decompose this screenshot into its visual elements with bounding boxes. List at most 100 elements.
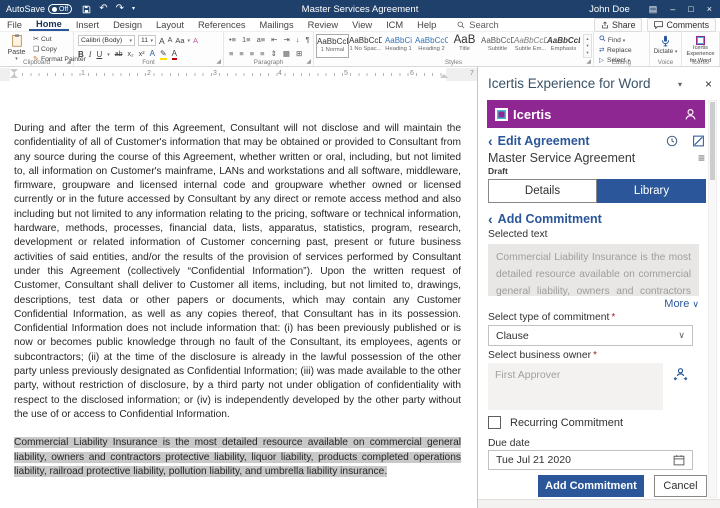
people-picker-icon[interactable] — [673, 367, 688, 382]
tab-help[interactable]: Help — [410, 18, 443, 31]
style-subtitle[interactable]: AaBbCcDSubtitle — [481, 34, 514, 58]
hanging-indent-marker[interactable] — [10, 74, 18, 78]
comments-button[interactable]: Comments — [647, 18, 716, 32]
first-line-indent-marker[interactable] — [10, 69, 18, 73]
numbering-icon[interactable]: 1≡ — [242, 35, 251, 44]
right-indent-marker[interactable] — [440, 74, 448, 78]
tab-design[interactable]: Design — [106, 18, 149, 31]
document-page[interactable]: During and after the term of this Agreem… — [0, 81, 477, 508]
font-size-dropdown[interactable]: 11▾ — [138, 35, 156, 46]
user-profile-icon[interactable] — [684, 108, 697, 121]
ribbon-display-options-icon[interactable]: ▤ — [649, 5, 658, 14]
subscript-button[interactable]: x₂ — [128, 51, 134, 58]
justify-icon[interactable]: ≡ — [260, 49, 264, 58]
increase-indent-icon[interactable]: ⇥ — [283, 35, 289, 44]
paragraph-dialog-launcher-icon[interactable]: ◢ — [306, 58, 311, 65]
add-commitment-button[interactable]: Add Commitment — [538, 475, 644, 497]
styles-gallery-scrollbar[interactable]: ▴ ▾ ▾ — [583, 34, 592, 58]
bold-button[interactable]: B — [78, 50, 84, 59]
pane-scrollbar-thumb[interactable] — [710, 102, 715, 180]
redo-icon[interactable]: ↷ — [116, 4, 124, 14]
commitment-type-dropdown[interactable]: Clause ∨ — [488, 325, 693, 346]
shrink-font-button[interactable]: A — [168, 37, 173, 44]
font-name-dropdown[interactable]: Calibri (Body)▾ — [78, 35, 135, 46]
styles-dialog-launcher-icon[interactable]: ◢ — [586, 58, 591, 65]
business-owner-input[interactable]: First Approver — [488, 363, 663, 410]
change-case-button[interactable]: Aa — [175, 36, 184, 45]
close-window-icon[interactable]: × — [707, 5, 712, 14]
pane-scrollbar[interactable] — [708, 100, 717, 498]
align-right-icon[interactable]: ≡ — [250, 49, 254, 58]
more-link[interactable]: More ∨ — [664, 298, 699, 310]
font-dialog-launcher-icon[interactable]: ◢ — [216, 58, 221, 65]
document-body[interactable]: During and after the term of this Agreem… — [14, 122, 461, 479]
style-title[interactable]: AaBTitle — [448, 34, 481, 58]
tab-mailings[interactable]: Mailings — [253, 18, 301, 31]
minimize-icon[interactable]: – — [670, 5, 675, 14]
history-clock-icon[interactable] — [666, 135, 678, 147]
multilevel-list-icon[interactable]: a≡ — [257, 35, 266, 44]
strikethrough-button[interactable]: ab — [115, 51, 123, 58]
autosave-toggle[interactable]: AutoSave Off — [6, 4, 72, 14]
bullets-icon[interactable]: •≡ — [229, 35, 236, 44]
show-formatting-icon[interactable]: ¶ — [305, 35, 309, 44]
agreement-menu-icon[interactable]: ≡ — [698, 151, 705, 165]
dictate-microphone-icon[interactable] — [661, 35, 670, 47]
decrease-indent-icon[interactable]: ⇤ — [271, 35, 277, 44]
tab-library[interactable]: Library — [597, 179, 706, 203]
back-icon[interactable]: ‹ — [488, 134, 493, 148]
align-center-icon[interactable]: ≡ — [239, 49, 243, 58]
style-heading2[interactable]: AaBbCcCHeading 2 — [415, 34, 448, 58]
save-icon[interactable] — [82, 5, 91, 14]
autosave-switch[interactable]: Off — [48, 4, 72, 14]
styles-scroll-up-icon[interactable]: ▴ — [586, 36, 588, 42]
due-date-input[interactable]: Tue Jul 21 2020 — [488, 450, 693, 470]
search-box[interactable]: Search — [457, 20, 498, 30]
style-no-spacing[interactable]: AaBbCcDd1 No Spac... — [349, 34, 382, 58]
paste-button[interactable]: Paste ▾ — [3, 34, 30, 62]
tab-review[interactable]: Review — [301, 18, 345, 31]
dictate-button[interactable]: Dictate ▾ — [650, 48, 681, 55]
grow-font-button[interactable]: A — [159, 36, 165, 46]
style-subtle-emphasis[interactable]: AaBbCcDdSubtle Em... — [514, 34, 547, 58]
sort-icon[interactable]: ↓ — [296, 35, 300, 44]
recurring-checkbox[interactable] — [488, 416, 501, 429]
superscript-button[interactable]: x² — [139, 51, 145, 58]
back-icon[interactable]: ‹ — [488, 212, 493, 226]
borders-icon[interactable]: ⊞ — [296, 49, 302, 58]
tab-icm[interactable]: ICM — [379, 18, 410, 31]
tab-view[interactable]: View — [345, 18, 379, 31]
style-normal[interactable]: AaBbCcDd1 Normal — [316, 34, 349, 58]
find-button[interactable]: Find ▾ — [599, 35, 632, 44]
align-left-icon[interactable]: ≡ — [229, 49, 233, 58]
line-spacing-icon[interactable]: ⇕ — [271, 49, 277, 58]
qat-customize-icon[interactable]: ▾ — [132, 6, 135, 12]
tab-home[interactable]: Home — [29, 18, 69, 31]
maximize-icon[interactable]: □ — [688, 5, 693, 14]
styles-scroll-down-icon[interactable]: ▾ — [586, 43, 588, 49]
style-emphasis[interactable]: AaBbCcDdEmphasis — [547, 34, 580, 58]
cancel-button[interactable]: Cancel — [654, 475, 707, 497]
styles-gallery-more-icon[interactable]: ▾ — [586, 50, 588, 56]
undo-icon[interactable]: ↶ — [99, 4, 107, 14]
style-heading1[interactable]: AaBbCiHeading 1 — [382, 34, 415, 58]
tab-layout[interactable]: Layout — [149, 18, 191, 31]
pane-close-icon[interactable]: × — [705, 77, 712, 91]
tab-references[interactable]: References — [191, 18, 253, 31]
text-selection-highlight[interactable]: Commercial Liability Insurance is the mo… — [14, 437, 461, 477]
selected-paragraph[interactable]: Commercial Liability Insurance is the mo… — [14, 436, 461, 479]
italic-button[interactable]: I — [89, 50, 92, 59]
edit-agreement-link[interactable]: Edit Agreement — [498, 134, 590, 148]
clear-formatting-button[interactable]: A — [193, 36, 198, 45]
clipboard-dialog-launcher-icon[interactable]: ◢ — [66, 58, 71, 65]
replace-button[interactable]: ⇄Replace — [599, 46, 632, 54]
shading-icon[interactable]: ▦ — [283, 49, 290, 58]
calendar-icon[interactable] — [673, 454, 685, 466]
sign-document-icon[interactable] — [692, 135, 705, 147]
user-name[interactable]: John Doe — [589, 4, 630, 15]
confidentiality-paragraph[interactable]: During and after the term of this Agreem… — [14, 122, 461, 422]
tab-insert[interactable]: Insert — [69, 18, 106, 31]
pane-options-caret-icon[interactable]: ▾ — [678, 80, 682, 89]
tab-details[interactable]: Details — [488, 179, 597, 203]
underline-button[interactable]: U — [96, 50, 102, 59]
